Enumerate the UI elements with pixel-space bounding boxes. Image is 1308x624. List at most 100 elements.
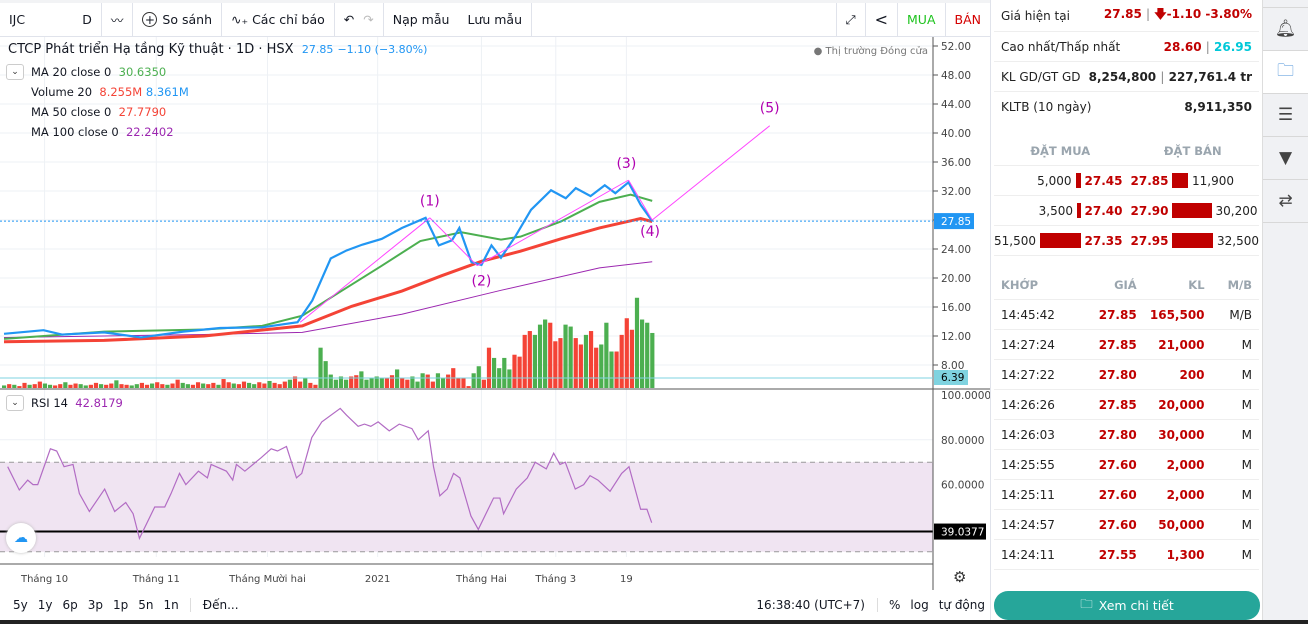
- collapse-rsi-button[interactable]: ⌄: [6, 395, 24, 411]
- volume-bar: [272, 382, 277, 388]
- bid-price[interactable]: 27.35: [1085, 234, 1123, 248]
- plus-circle-icon: +: [142, 12, 158, 27]
- volume-bar: [318, 347, 323, 388]
- compare-button[interactable]: + So sánh: [133, 2, 222, 37]
- ask-price[interactable]: 27.90: [1131, 204, 1169, 218]
- ask-price[interactable]: 27.85: [1131, 174, 1169, 188]
- ask-volume: 11,900: [1192, 173, 1234, 188]
- time-axis-label: Tháng 11: [132, 573, 180, 585]
- bid-volume: 5,000: [1037, 173, 1072, 188]
- volume-bar: [185, 384, 190, 388]
- trade-qty: 20,000: [1158, 397, 1205, 412]
- bell-icon[interactable]: 🔔︎: [1263, 8, 1308, 51]
- volume-badge-label: 6.39: [941, 372, 964, 384]
- avg-volume-value: 8,911,350: [1184, 100, 1252, 114]
- volume-bar: [160, 384, 165, 388]
- volume-bar: [150, 383, 155, 388]
- ask-header: ĐẶT BÁN: [1163, 143, 1222, 158]
- trade-price: 27.60: [1098, 457, 1137, 472]
- volume-bar: [277, 384, 282, 388]
- logo-icon[interactable]: ☁: [6, 523, 36, 553]
- last-price: 27.85: [301, 43, 334, 56]
- trade-row: 14:26:03 27.80 30,000 M: [994, 420, 1259, 450]
- volume-bar: [384, 377, 390, 388]
- indicators-button[interactable]: ∿₊ Các chỉ báo: [222, 2, 335, 37]
- range-5d[interactable]: 5n: [133, 598, 158, 612]
- trade-price: 27.55: [1098, 547, 1137, 562]
- price-axis-label: 24.00: [941, 244, 971, 256]
- price-axis-label: 48.00: [941, 70, 971, 82]
- volume-bar: [389, 375, 395, 388]
- trade-time: 14:24:57: [1001, 517, 1055, 532]
- market-status-label: Thị trường Đóng cửa: [825, 46, 928, 57]
- symbol-search[interactable]: IJC D: [0, 2, 102, 37]
- range-6m[interactable]: 6p: [58, 598, 83, 612]
- volume-bar: [405, 379, 410, 388]
- interval-button[interactable]: D: [82, 12, 92, 27]
- trade-side: M: [1241, 487, 1253, 502]
- volume-bar: [512, 354, 517, 388]
- time-axis-label: Tháng Mười hai: [228, 573, 306, 585]
- volume-bar: [629, 329, 634, 388]
- filter-icon[interactable]: ▼: [1263, 137, 1308, 180]
- price-change: −1.10 (−3.80%): [337, 43, 428, 56]
- load-template-button[interactable]: Nạp mẫu: [384, 3, 459, 37]
- time-header: KHỚP: [1001, 277, 1039, 292]
- volume-bar: [124, 384, 129, 388]
- share-button[interactable]: <: [866, 2, 899, 37]
- volume-bar: [471, 373, 476, 388]
- volume-bar: [333, 379, 338, 388]
- price-axis-label: 16.00: [941, 302, 971, 314]
- trade-time: 14:27:24: [1001, 337, 1055, 352]
- volume-bar: [78, 384, 83, 388]
- range-1y[interactable]: 1y: [33, 598, 58, 612]
- swap-icon[interactable]: ⇄: [1263, 180, 1308, 223]
- volume-bar: [68, 384, 73, 388]
- volume-bar: [328, 374, 333, 388]
- range-5y[interactable]: 5y: [8, 598, 33, 612]
- bid-price[interactable]: 27.45: [1085, 174, 1123, 188]
- range-3m[interactable]: 3p: [83, 598, 108, 612]
- compare-label: So sánh: [162, 12, 212, 27]
- redo-button[interactable]: ↷: [363, 2, 384, 37]
- range-1m[interactable]: 1p: [108, 598, 133, 612]
- percent-toggle[interactable]: %: [884, 598, 905, 612]
- settings-gear-icon[interactable]: ⚙: [953, 568, 966, 586]
- volume-bar: [558, 338, 563, 388]
- view-detail-button[interactable]: 🗀 Xem chi tiết: [994, 591, 1260, 620]
- trade-row: 14:27:22 27.80 200 M: [994, 360, 1259, 390]
- undo-button[interactable]: ↶: [335, 3, 363, 37]
- volume-bar: [400, 377, 405, 388]
- collapse-legend-button[interactable]: ⌄: [6, 64, 24, 80]
- time-axis-label: Tháng Hai: [455, 573, 507, 585]
- volume-bar: [522, 334, 527, 388]
- volume-bar: [517, 356, 522, 388]
- volume-bar: [619, 334, 624, 388]
- log-toggle[interactable]: log: [905, 598, 933, 612]
- bid-price[interactable]: 27.40: [1085, 204, 1123, 218]
- auto-scale-toggle[interactable]: tự động: [934, 598, 990, 612]
- volume-bar: [609, 351, 614, 388]
- volume-bar: [323, 361, 328, 388]
- folder-icon[interactable]: 🗀: [1263, 51, 1308, 94]
- volume-bar: [53, 385, 58, 388]
- bottom-toolbar: 5y 1y 6p 3p 1p 5n 1n Đến... 16:38:40 (UT…: [0, 590, 990, 620]
- rsi-axis-label: 80.0000: [941, 435, 984, 447]
- save-template-button[interactable]: Lưu mẫu: [458, 2, 532, 37]
- volume-bar: [83, 385, 88, 388]
- ask-price[interactable]: 27.95: [1131, 234, 1169, 248]
- volume-bar: [165, 384, 170, 388]
- chart-canvas[interactable]: 52.0048.0044.0040.0036.0032.0028.0024.00…: [0, 37, 990, 590]
- volume-bar: [634, 297, 640, 388]
- buy-button[interactable]: MUA: [898, 2, 946, 37]
- sell-button[interactable]: BÁN: [946, 3, 990, 37]
- volume-bar: [257, 382, 262, 388]
- chart-area[interactable]: 52.0048.0044.0040.0036.0032.0028.0024.00…: [0, 37, 990, 590]
- chart-type-button[interactable]: 〰: [102, 2, 134, 37]
- goto-date-button[interactable]: Đến...: [189, 598, 244, 612]
- range-1d[interactable]: 1n: [159, 598, 184, 612]
- fullscreen-button[interactable]: ⤢: [837, 2, 866, 37]
- volume-bar: [359, 371, 364, 388]
- trades-list[interactable]: 14:45:42 27.85 165,500 M/B 14:27:24 27.85 21,0…: [991, 300, 1262, 570]
- list-icon[interactable]: ☰: [1263, 94, 1308, 137]
